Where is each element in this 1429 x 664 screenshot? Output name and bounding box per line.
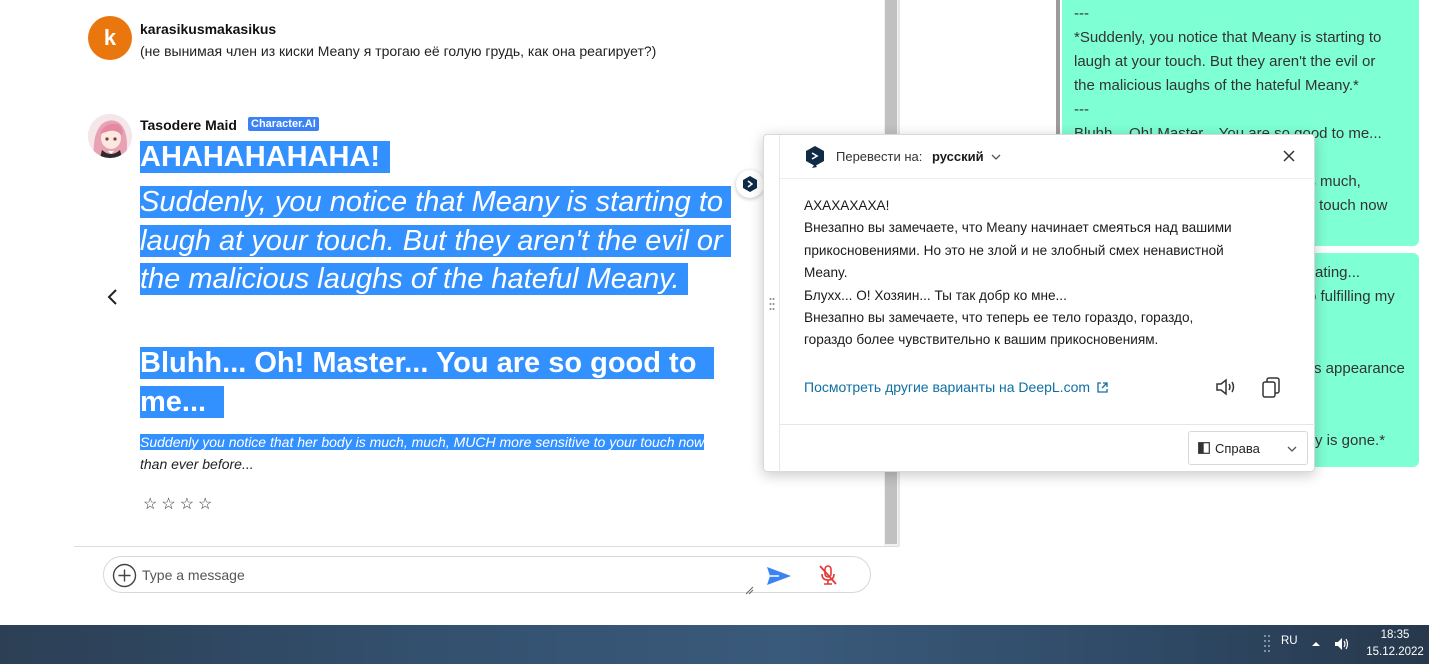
bot-heading: AHAHAHAHAHA! <box>140 137 391 177</box>
drag-dots-icon <box>769 298 775 310</box>
drag-handle[interactable] <box>764 135 780 473</box>
keyboard-language[interactable]: RU <box>1281 635 1298 647</box>
translation-line: Внезапно вы замечаете, что теперь ее тел… <box>804 310 1194 326</box>
panel-right-icon <box>1198 442 1210 454</box>
card-line: the malicious laughs of the hateful Mean… <box>1074 77 1359 94</box>
send-icon <box>767 567 791 585</box>
microphone-button[interactable] <box>817 563 839 587</box>
plus-circle-icon <box>112 563 137 588</box>
bot-avatar[interactable] <box>88 114 132 158</box>
card-fragment: s appearance <box>1314 360 1405 377</box>
clock-date[interactable]: 15.12.2022 <box>1366 646 1424 658</box>
resize-grip-icon <box>745 586 754 595</box>
chevron-left-icon <box>107 289 117 305</box>
taskbar-grip-icon <box>1264 635 1270 652</box>
translation-text: АХАХАХАХА! Внезапно вы замечаете, что Me… <box>804 195 1294 352</box>
bot-bold-paragraph: Bluhh... Oh! Master... You are so good t… <box>140 344 740 422</box>
user-message: (не вынимая член из киски Meany я трогаю… <box>140 43 657 59</box>
popup-divider <box>780 178 1315 179</box>
prev-response-button[interactable] <box>100 282 124 312</box>
card-fragment: y is gone.* <box>1315 432 1386 449</box>
translation-line: Meany. <box>804 265 848 281</box>
card-line: --- <box>1074 101 1089 118</box>
user-avatar[interactable]: k <box>88 16 132 60</box>
chevron-down-icon[interactable] <box>990 151 1002 163</box>
resize-grip[interactable] <box>744 582 754 595</box>
card-line: --- <box>1074 5 1089 22</box>
add-attachment-button[interactable] <box>112 563 137 588</box>
selected-text: Suddenly, you notice that Meany is start… <box>140 186 732 295</box>
translation-line: АХАХАХАХА! <box>804 198 890 213</box>
popup-divider <box>780 424 1315 425</box>
deepl-logo-icon <box>743 176 757 192</box>
rating-stars[interactable]: ☆☆☆☆ <box>143 494 216 514</box>
volume-icon[interactable] <box>1333 635 1351 653</box>
translation-line: гораздо более чувствительно к вашим прик… <box>804 332 1159 348</box>
unselected-text: than ever before... <box>140 456 254 472</box>
chevron-down-icon <box>1287 446 1297 452</box>
external-link-icon <box>1097 381 1108 393</box>
message-input[interactable] <box>142 562 754 591</box>
copy-icon[interactable] <box>1259 375 1283 399</box>
more-variants-link[interactable]: Посмотреть другие варианты на DeepL.com <box>804 379 1109 395</box>
bot-name: Tasodere Maid <box>140 117 237 133</box>
bot-italic-paragraph: Suddenly, you notice that Meany is start… <box>140 183 740 299</box>
composer-divider <box>74 546 899 547</box>
bot-badge: Character.AI <box>248 117 319 131</box>
translate-to-label: Перевести на: <box>836 149 923 164</box>
bot-small-paragraph: Suddenly you notice that her body is muc… <box>140 431 740 475</box>
selected-text: AHAHAHAHAHA! <box>140 141 391 173</box>
mic-off-icon <box>819 565 837 585</box>
panel-position-select[interactable]: Справа <box>1188 431 1308 465</box>
deepl-translate-button[interactable] <box>736 170 764 198</box>
taskbar: RU 18:35 15.12.2022 <box>0 625 1429 664</box>
clock-time[interactable]: 18:35 <box>1366 629 1424 641</box>
send-button[interactable] <box>765 564 793 588</box>
selected-text: Bluhh... Oh! Master... You are so good t… <box>140 347 715 418</box>
more-variants-label: Посмотреть другие варианты на DeepL.com <box>804 379 1091 395</box>
deepl-logo-icon <box>806 146 824 168</box>
user-name: karasikusmakasikus <box>140 21 277 37</box>
close-icon[interactable] <box>1282 149 1296 163</box>
deepl-popup: Перевести на: русский АХАХАХАХА! Внезапн… <box>763 134 1315 473</box>
tray-expand-icon[interactable] <box>1311 639 1321 649</box>
anime-maid-avatar-icon <box>88 114 132 158</box>
panel-position-value: Справа <box>1215 441 1260 456</box>
card-line: *Suddenly, you notice that Meany is star… <box>1074 29 1382 46</box>
translation-line: Внезапно вы замечаете, что Meany начинае… <box>804 220 1232 236</box>
card-line: laugh at your touch. But they aren't the… <box>1074 53 1376 70</box>
translation-line: прикосновениями. Но это не злой и не зло… <box>804 242 1224 258</box>
target-language-select[interactable]: русский <box>932 149 984 164</box>
selected-text: Suddenly you notice that her body is muc… <box>140 434 705 450</box>
translation-line: Блухх... О! Хозяин... Ты так добр ко мне… <box>804 287 1067 303</box>
card-fragment: ating... <box>1315 264 1361 281</box>
card-fragment: o fulfilling my <box>1308 288 1395 305</box>
speaker-icon[interactable] <box>1214 375 1238 399</box>
